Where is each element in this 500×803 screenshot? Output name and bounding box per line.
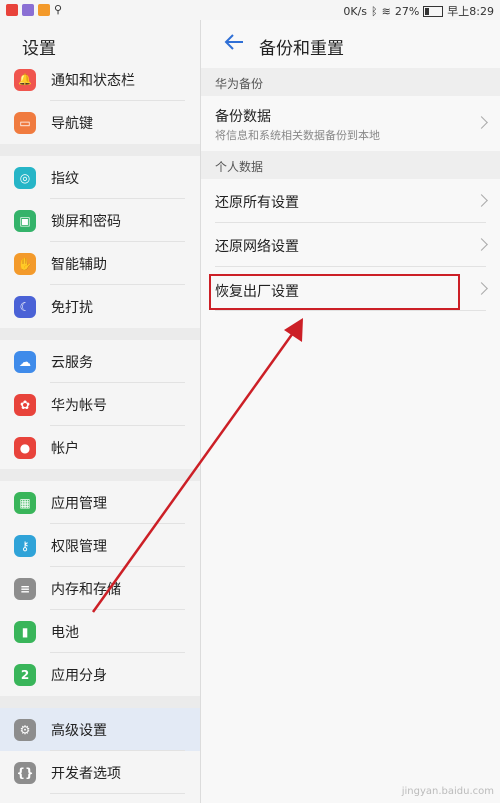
huawei-icon: ✿	[14, 393, 36, 416]
status-bar-indicators: 0K/s ᛒ ≋ 27% 早上8:29	[343, 3, 494, 19]
chevron-right-icon	[475, 116, 488, 129]
chevron-right-icon	[475, 194, 488, 207]
sidebar-item[interactable]: ✋ 智能辅助	[0, 242, 200, 285]
sidebar-item-label: 帐户	[51, 440, 79, 457]
nav-key-icon: ▭	[14, 111, 36, 134]
sidebar-item-label: 免打扰	[51, 299, 93, 316]
storage-icon: ≡	[14, 577, 36, 600]
moon-icon: ☾	[14, 295, 36, 318]
cloud-icon: ☁	[14, 350, 36, 373]
sidebar-item-label: 电池	[51, 624, 79, 641]
restore-all-settings-row[interactable]: 还原所有设置	[201, 179, 500, 223]
share-notification-icon	[38, 3, 50, 16]
sidebar-item-label: 智能辅助	[51, 256, 107, 273]
gear-icon: ⚙	[14, 718, 36, 741]
wifi-icon: ≋	[381, 4, 391, 18]
bluetooth-icon: ᛒ	[371, 4, 378, 18]
network-speed: 0K/s	[343, 4, 368, 18]
sidebar-item-label: 应用管理	[51, 495, 107, 512]
group-gap	[0, 328, 200, 340]
settings-sidebar: 设置 🔔 通知和状态栏 ▭ 导航键 ◎ 指纹 ▣ 锁屏和密码 ✋ 智能辅助 ☾ 免打扰 ☁ 云服务 ✿ 华为帐…	[0, 20, 201, 803]
row-divider	[215, 310, 486, 311]
restore-all-settings-label: 还原所有设置	[215, 195, 299, 211]
settings-menu: 🔔 通知和状态栏 ▭ 导航键 ◎ 指纹 ▣ 锁屏和密码 ✋ 智能辅助 ☾ 免打扰 ☁ 云服务 ✿ 华为帐号 ● 帐…	[0, 58, 200, 803]
section-huawei-backup: 华为备份	[201, 68, 500, 96]
gallery-notification-icon	[22, 3, 34, 16]
chevron-right-icon	[475, 282, 488, 295]
backup-data-row[interactable]: 备份数据 将信息和系统相关数据备份到本地	[201, 96, 500, 149]
sidebar-item-label: 导航键	[51, 115, 93, 132]
hand-icon: ✋	[14, 252, 36, 275]
status-bar: ⚲ 0K/s ᛒ ≋ 27% 早上8:29	[0, 0, 500, 20]
sidebar-item-label: 云服务	[51, 354, 93, 371]
sidebar-item[interactable]: 2 应用分身	[0, 653, 200, 696]
app-twin-icon: 2	[14, 663, 36, 686]
fingerprint-icon: ◎	[14, 166, 36, 189]
account-icon: ●	[14, 436, 36, 459]
sidebar-item[interactable]: ✿ 华为帐号	[0, 383, 200, 426]
group-gap	[0, 469, 200, 481]
back-arrow-icon[interactable]	[223, 32, 245, 52]
panel-title: 备份和重置	[259, 39, 344, 59]
backup-data-subtitle: 将信息和系统相关数据备份到本地	[215, 129, 380, 142]
bell-icon: 🔔	[14, 68, 36, 91]
sidebar-item[interactable]: 🔔 通知和状态栏	[0, 58, 200, 101]
section-huawei-backup-label: 华为备份	[215, 77, 264, 91]
factory-reset-highlight-box	[209, 274, 460, 310]
battery-icon: ▮	[14, 620, 36, 643]
sidebar-item[interactable]: ☁ 云服务	[0, 340, 200, 383]
key-icon: ⚷	[14, 534, 36, 557]
sidebar-item-label: 指纹	[51, 170, 79, 187]
backup-reset-panel: 备份和重置 华为备份 备份数据 将信息和系统相关数据备份到本地 个人数据 还原所…	[201, 20, 500, 803]
panel-header: 备份和重置	[201, 20, 500, 65]
sidebar-item-label: 权限管理	[51, 538, 107, 555]
chevron-right-icon	[475, 238, 488, 251]
sidebar-item-label: 应用分身	[51, 667, 107, 684]
sidebar-item-label: 通知和状态栏	[51, 72, 135, 89]
sidebar-item[interactable]: ▭ 导航键	[0, 101, 200, 144]
sidebar-item[interactable]: ⚷ 权限管理	[0, 524, 200, 567]
restore-network-settings-row[interactable]: 还原网络设置	[201, 223, 500, 267]
group-gap	[0, 144, 200, 156]
sidebar-item[interactable]: ● 帐户	[0, 426, 200, 469]
sidebar-item[interactable]: ▦ 应用管理	[0, 481, 200, 524]
sidebar-item[interactable]: ⚙ 高级设置	[0, 708, 200, 751]
sidebar-item-label: 开发者选项	[51, 765, 121, 782]
battery-percent: 27%	[394, 4, 420, 18]
sidebar-item[interactable]: ↻系统更新	[0, 794, 200, 803]
sidebar-item-label: 高级设置	[51, 722, 107, 739]
battery-icon	[423, 5, 444, 17]
status-bar-notification-icons: ⚲	[6, 3, 62, 16]
key-notification-icon: ⚲	[54, 3, 63, 16]
settings-title: 设置	[22, 39, 56, 59]
sidebar-item[interactable]: {} 开发者选项	[0, 751, 200, 794]
backup-data-title: 备份数据	[215, 109, 271, 125]
sidebar-item-label: 华为帐号	[51, 397, 107, 414]
sidebar-item[interactable]: ◎ 指纹	[0, 156, 200, 199]
sidebar-item[interactable]: ▮ 电池	[0, 610, 200, 653]
clock: 早上8:29	[447, 5, 494, 18]
watermark: jingyan.baidu.com	[401, 786, 494, 797]
sidebar-item-label: 锁屏和密码	[51, 213, 121, 230]
sidebar-item-label: 内存和存储	[51, 581, 121, 598]
lock-icon: ▣	[14, 209, 36, 232]
braces-icon: {}	[14, 761, 36, 784]
sidebar-item[interactable]: ▣ 锁屏和密码	[0, 199, 200, 242]
section-personal-data-label: 个人数据	[215, 160, 264, 174]
restore-network-settings-label: 还原网络设置	[215, 239, 299, 255]
sidebar-item[interactable]: ☾ 免打扰	[0, 285, 200, 328]
group-gap	[0, 696, 200, 708]
apps-icon: ▦	[14, 491, 36, 514]
app-notification-icon	[6, 3, 18, 16]
sidebar-item[interactable]: ≡ 内存和存储	[0, 567, 200, 610]
section-personal-data: 个人数据	[201, 151, 500, 179]
